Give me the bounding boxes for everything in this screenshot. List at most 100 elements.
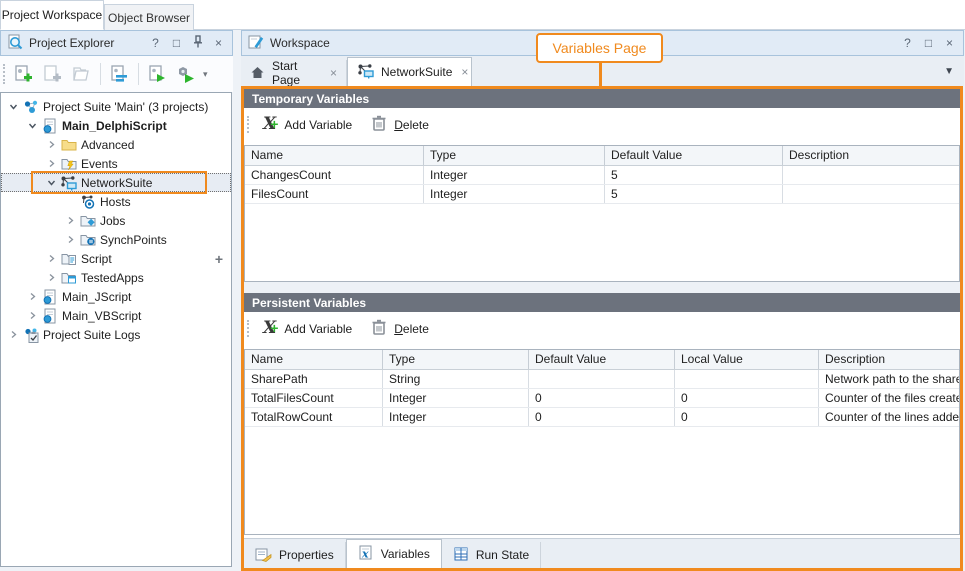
maximize-button[interactable]: □ bbox=[169, 36, 184, 50]
tree-item-main-delphiscript[interactable]: Main_DelphiScript bbox=[1, 116, 231, 135]
column-header-type[interactable]: Type bbox=[383, 350, 529, 369]
tree-item-testedapps[interactable]: TestedApps bbox=[1, 268, 231, 287]
cell-type[interactable]: Integer bbox=[424, 166, 605, 184]
tree-item-networksuite[interactable]: NetworkSuite bbox=[1, 173, 231, 192]
table-row[interactable]: TotalFilesCount Integer 0 0 Counter of t… bbox=[245, 389, 959, 408]
add-project-item-icon[interactable] bbox=[39, 61, 66, 88]
cell-default-value[interactable]: 5 bbox=[605, 166, 783, 184]
add-variable-button[interactable]: X+ Add Variable bbox=[256, 318, 359, 339]
cell-local-value[interactable]: 0 bbox=[675, 408, 819, 426]
close-button[interactable]: × bbox=[211, 36, 226, 50]
chevron-right-icon[interactable] bbox=[24, 311, 40, 320]
table-row[interactable]: TotalRowCount Integer 0 0 Counter of the… bbox=[245, 408, 959, 427]
run-test-icon[interactable] bbox=[144, 61, 171, 88]
column-header-default-value[interactable]: Default Value bbox=[529, 350, 675, 369]
chevron-down-icon[interactable] bbox=[5, 102, 21, 111]
cell-name[interactable]: ChangesCount bbox=[245, 166, 424, 184]
maximize-button[interactable]: □ bbox=[921, 36, 936, 50]
help-button[interactable]: ? bbox=[148, 36, 163, 50]
chevron-right-icon[interactable] bbox=[43, 273, 59, 282]
cell-default-value[interactable]: 0 bbox=[529, 389, 675, 407]
table-row[interactable]: ChangesCount Integer 5 bbox=[245, 166, 959, 185]
table-row[interactable]: SharePath String Network path to the sha… bbox=[245, 370, 959, 389]
tab-object-browser[interactable]: Object Browser bbox=[104, 4, 194, 30]
tab-run-state[interactable]: Run State bbox=[442, 542, 541, 568]
cell-description[interactable] bbox=[783, 166, 959, 184]
add-new-project-icon[interactable] bbox=[10, 61, 37, 88]
column-header-name[interactable]: Name bbox=[245, 146, 424, 165]
cell-default-value[interactable]: 0 bbox=[529, 408, 675, 426]
tab-networksuite[interactable]: NetworkSuite × bbox=[347, 57, 472, 86]
delete-variable-button[interactable]: Delete bbox=[363, 316, 436, 341]
run-project-suite-icon[interactable] bbox=[173, 61, 200, 88]
help-button[interactable]: ? bbox=[900, 36, 915, 50]
chevron-right-icon[interactable] bbox=[62, 216, 78, 225]
cell-type[interactable]: Integer bbox=[424, 185, 605, 203]
tab-start-page[interactable]: Start Page × bbox=[241, 60, 347, 86]
cell-default-value[interactable]: 5 bbox=[605, 185, 783, 203]
table-row[interactable]: FilesCount Integer 5 bbox=[245, 185, 959, 204]
cell-name[interactable]: SharePath bbox=[245, 370, 383, 388]
workspace-icon bbox=[248, 34, 264, 53]
tree-item-jobs[interactable]: Jobs bbox=[1, 211, 231, 230]
chevron-right-icon[interactable] bbox=[24, 292, 40, 301]
main-tab-bar: Project Workspace Object Browser bbox=[0, 0, 965, 30]
chevron-right-icon[interactable] bbox=[62, 235, 78, 244]
close-icon[interactable]: × bbox=[461, 65, 468, 79]
chevron-right-icon[interactable] bbox=[43, 254, 59, 263]
cell-local-value[interactable] bbox=[675, 370, 819, 388]
chevron-right-icon[interactable] bbox=[43, 159, 59, 168]
column-header-local-value[interactable]: Local Value bbox=[675, 350, 819, 369]
tree-item-project-suite-logs[interactable]: Project Suite Logs bbox=[1, 325, 231, 344]
cell-name[interactable]: TotalRowCount bbox=[245, 408, 383, 426]
networksuite-icon bbox=[59, 175, 78, 191]
cell-local-value[interactable]: 0 bbox=[675, 389, 819, 407]
add-script-unit-button[interactable]: + bbox=[215, 251, 223, 267]
tab-variables[interactable]: x Variables bbox=[346, 539, 442, 568]
tree-item-main-vbscript[interactable]: Main_VBScript bbox=[1, 306, 231, 325]
tree-item-synchpoints[interactable]: SynchPoints bbox=[1, 230, 231, 249]
organize-tests-icon[interactable] bbox=[106, 61, 133, 88]
toolbar-grip[interactable] bbox=[247, 320, 249, 337]
delete-variable-button[interactable]: Delete bbox=[363, 112, 436, 137]
close-button[interactable]: × bbox=[942, 36, 957, 50]
cell-type[interactable]: String bbox=[383, 370, 529, 388]
cell-type[interactable]: Integer bbox=[383, 408, 529, 426]
open-file-icon[interactable] bbox=[68, 61, 95, 88]
chevron-right-icon[interactable] bbox=[43, 140, 59, 149]
tab-properties[interactable]: Properties bbox=[244, 542, 346, 568]
chevron-down-icon[interactable] bbox=[24, 121, 40, 130]
column-header-name[interactable]: Name bbox=[245, 350, 383, 369]
tree-item-script[interactable]: Script + bbox=[1, 249, 231, 268]
tree-item-project-suite[interactable]: Project Suite 'Main' (3 projects) bbox=[1, 97, 231, 116]
add-variable-icon: X+ bbox=[263, 320, 278, 337]
cell-description[interactable]: Counter of the files created. bbox=[819, 389, 959, 407]
cell-description[interactable]: Network path to the shared f bbox=[819, 370, 959, 388]
project-explorer-title: Project Explorer bbox=[29, 36, 142, 50]
cell-description[interactable]: Counter of the lines added to bbox=[819, 408, 959, 426]
cell-description[interactable] bbox=[783, 185, 959, 203]
close-icon[interactable]: × bbox=[330, 66, 337, 80]
column-header-default-value[interactable]: Default Value bbox=[605, 146, 783, 165]
tree-item-main-jscript[interactable]: Main_JScript bbox=[1, 287, 231, 306]
tab-list-dropdown-icon[interactable]: ▼ bbox=[944, 66, 954, 77]
tree-item-events[interactable]: Events bbox=[1, 154, 231, 173]
toolbar-grip[interactable] bbox=[247, 116, 249, 133]
add-variable-button[interactable]: X+ Add Variable bbox=[256, 114, 359, 135]
tab-project-workspace[interactable]: Project Workspace bbox=[0, 0, 104, 30]
tree-item-hosts[interactable]: Hosts bbox=[1, 192, 231, 211]
column-header-description[interactable]: Description bbox=[819, 350, 959, 369]
column-header-type[interactable]: Type bbox=[424, 146, 605, 165]
cell-name[interactable]: TotalFilesCount bbox=[245, 389, 383, 407]
column-header-description[interactable]: Description bbox=[783, 146, 959, 165]
run-mode-dropdown-icon[interactable]: ▾ bbox=[203, 69, 208, 80]
cell-default-value[interactable] bbox=[529, 370, 675, 388]
cell-name[interactable]: FilesCount bbox=[245, 185, 424, 203]
pin-icon[interactable] bbox=[190, 35, 205, 51]
chevron-right-icon[interactable] bbox=[5, 330, 21, 339]
persistent-variables-table: Name Type Default Value Local Value Desc… bbox=[244, 349, 960, 535]
tree-item-advanced[interactable]: Advanced bbox=[1, 135, 231, 154]
toolbar-grip[interactable] bbox=[3, 64, 5, 84]
chevron-down-icon[interactable] bbox=[43, 178, 59, 187]
cell-type[interactable]: Integer bbox=[383, 389, 529, 407]
